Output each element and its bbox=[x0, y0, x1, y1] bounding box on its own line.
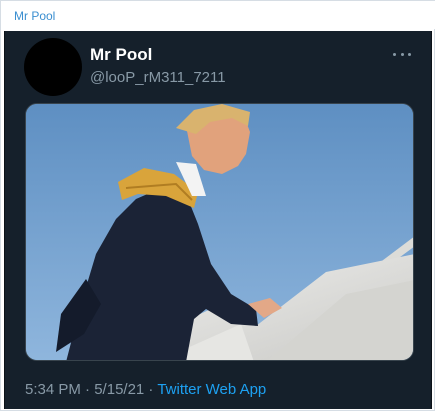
separator-dot: · bbox=[80, 381, 95, 398]
user-handle[interactable]: @looP_rM311_7211 bbox=[90, 69, 226, 87]
display-name[interactable]: Mr Pool bbox=[90, 45, 152, 65]
tweet-photo[interactable] bbox=[25, 103, 414, 361]
tweet-card[interactable]: Mr Pool @looP_rM311_7211 5:34 PM · 5/15/… bbox=[4, 31, 432, 409]
message-frame: Mr Pool Mr Pool @looP_rM311_7211 5:34 PM… bbox=[0, 0, 435, 411]
photo-illustration bbox=[26, 104, 413, 360]
more-dot bbox=[400, 52, 404, 56]
avatar[interactable] bbox=[24, 38, 82, 96]
more-dot bbox=[408, 52, 411, 56]
tweet-source-link[interactable]: Twitter Web App bbox=[157, 381, 266, 398]
chat-header: Mr Pool bbox=[1, 1, 435, 29]
tweet-time[interactable]: 5:34 PM bbox=[25, 381, 81, 398]
sender-name[interactable]: Mr Pool bbox=[14, 9, 55, 23]
tweet-footer: 5:34 PM · 5/15/21 · Twitter Web App bbox=[25, 381, 266, 399]
tweet-date[interactable]: 5/15/21 bbox=[94, 381, 144, 398]
separator-dot: · bbox=[144, 381, 158, 398]
more-horizontal-icon[interactable] bbox=[393, 51, 411, 57]
more-dot bbox=[393, 52, 396, 56]
